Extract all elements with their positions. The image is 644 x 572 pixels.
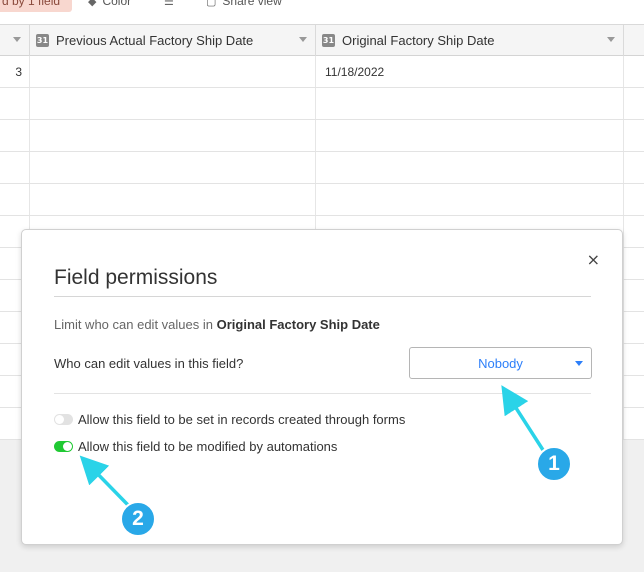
row-height-button[interactable]: ☰ [164,0,180,12]
grid-cell[interactable] [30,152,316,183]
grid-cell[interactable] [30,120,316,151]
grid-cell[interactable] [316,88,624,119]
title-divider [54,296,591,297]
column-label: Original Factory Ship Date [342,33,495,48]
cell-previous-actual-factory-ship-date[interactable] [30,56,316,87]
sort-label: d by 1 field [2,0,61,8]
share-icon: ▢ [206,0,217,8]
chevron-down-icon[interactable] [299,37,307,42]
paint-bucket-icon: ◆ [88,0,97,8]
chevron-down-icon[interactable] [13,37,21,42]
grid-cell[interactable] [30,184,316,215]
toggle-knob [55,415,64,424]
grid-cell[interactable] [316,120,624,151]
column-header-previous-actual-factory-ship-date[interactable]: 31 Previous Actual Factory Ship Date [30,25,316,56]
row-number [0,152,30,183]
edit-permission-question: Who can edit values in this field? [54,356,244,371]
share-label: Share view [222,0,282,8]
automations-toggle-label: Allow this field to be modified by autom… [78,439,338,454]
automations-toggle[interactable] [54,441,73,452]
dialog-description: Limit who can edit values in Original Fa… [54,317,380,332]
table-row[interactable]: 3 11/18/2022 [0,56,644,88]
annotation-badge-2: 2 [120,501,156,537]
table-row[interactable] [0,152,644,184]
sort-button[interactable]: d by 1 field [0,0,72,12]
permission-select-value: Nobody [478,355,523,371]
dialog-title: Field permissions [54,266,218,289]
automations-permission-option: Allow this field to be modified by autom… [54,439,337,454]
table-row[interactable] [0,88,644,120]
cell-original-factory-ship-date[interactable]: 11/18/2022 [316,56,624,87]
row-height-icon: ☰ [164,0,174,8]
column-header-prev[interactable] [0,25,30,56]
chevron-down-icon [575,361,583,366]
close-icon[interactable]: × [587,250,600,269]
view-toolbar: d by 1 field ◆ Color ☰ ▢ Share view [0,0,644,12]
grid-header: 31 Previous Actual Factory Ship Date 31 … [0,24,644,56]
row-number [0,88,30,119]
row-number [0,120,30,151]
description-prefix: Limit who can edit values in [54,317,213,332]
annotation-badge-1: 1 [536,446,572,482]
grid-cell[interactable] [316,184,624,215]
column-header-original-factory-ship-date[interactable]: 31 Original Factory Ship Date [316,25,624,56]
row-number [0,184,30,215]
calendar-icon: 31 [322,34,335,47]
table-row[interactable] [0,120,644,152]
color-label: Color [102,0,132,8]
grid-cell[interactable] [316,152,624,183]
column-label: Previous Actual Factory Ship Date [56,33,254,48]
forms-toggle[interactable] [54,414,73,425]
grid-cell[interactable] [30,88,316,119]
row-number: 3 [0,56,30,87]
color-button[interactable]: ◆ Color [88,0,131,12]
table-row[interactable] [0,184,644,216]
chevron-down-icon[interactable] [607,37,615,42]
permission-select[interactable]: Nobody [409,347,592,379]
forms-permission-option: Allow this field to be set in records cr… [54,412,405,427]
section-divider [54,393,591,394]
forms-toggle-label: Allow this field to be set in records cr… [78,412,406,427]
share-view-button[interactable]: ▢ Share view [206,0,282,12]
calendar-icon: 31 [36,34,49,47]
toggle-knob [63,442,72,451]
column-header-next[interactable] [624,25,644,56]
field-name: Original Factory Ship Date [216,317,380,332]
field-permissions-dialog: × Field permissions Limit who can edit v… [21,229,623,545]
